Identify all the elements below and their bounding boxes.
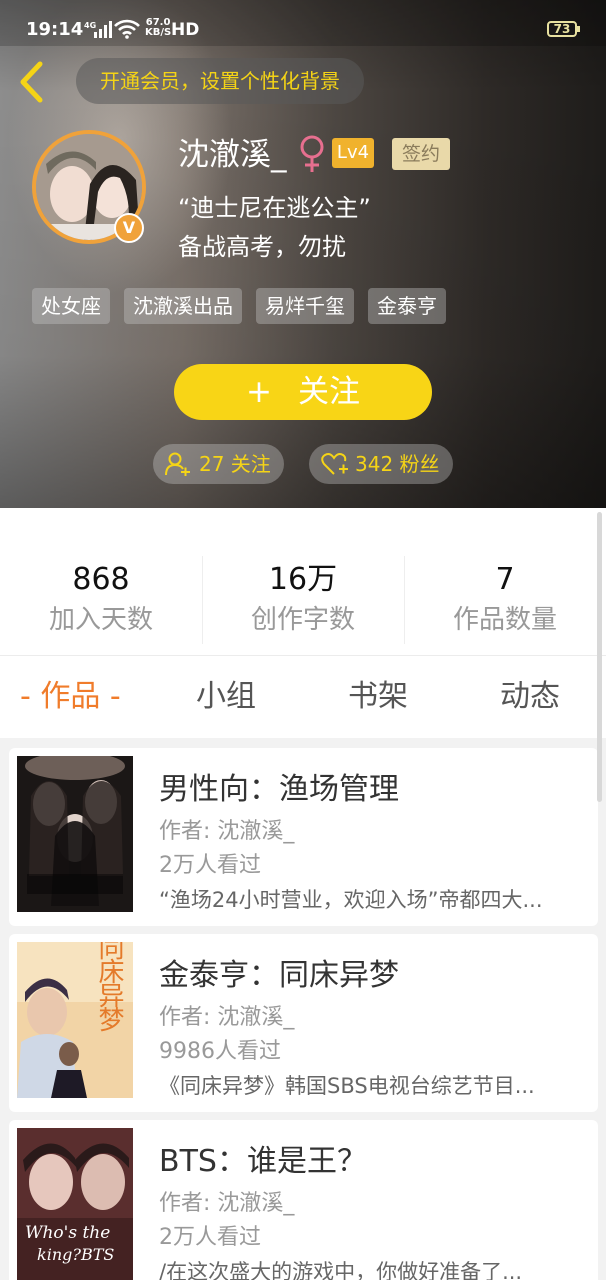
book-cover[interactable]: 同床异梦 bbox=[17, 942, 133, 1098]
profile-tabs: - 作品 - 小组 书架 动态 bbox=[0, 656, 606, 738]
stat-label: 作品数量 bbox=[452, 605, 557, 635]
fans-count: 342 粉丝 bbox=[355, 452, 440, 476]
work-title: 金泰亨：同床异梦 bbox=[159, 958, 399, 993]
cover-image bbox=[17, 756, 133, 912]
profile-motto: “迪士尼在逃公主” bbox=[178, 194, 371, 222]
back-arrow-icon[interactable] bbox=[14, 58, 50, 106]
work-title: BTS：谁是王？ bbox=[159, 1144, 367, 1179]
stat-value: 868 bbox=[72, 562, 130, 597]
cellular-signal-icon: 4G bbox=[84, 21, 112, 38]
profile-header: 19:14 4G 67.0 KB/S HD 73 开通会员，设置个性化背景 V … bbox=[0, 0, 606, 508]
stat-days-joined: 868 加入天数 bbox=[0, 560, 202, 640]
work-card[interactable]: 男性向：渔场管理 作者: 沈澈溪_ 2万人看过 “渔场24小时营业，欢迎入场”帝… bbox=[9, 748, 598, 926]
work-views: 2万人看过 bbox=[159, 1225, 261, 1250]
following-count-button[interactable]: 27 关注 bbox=[153, 444, 284, 484]
female-gender-icon bbox=[300, 135, 324, 172]
work-description: 《同床异梦》韩国SBS电视台综艺节目... bbox=[159, 1074, 535, 1098]
tag-chip[interactable]: 金泰亨 bbox=[368, 288, 446, 324]
heart-plus-icon bbox=[321, 453, 348, 475]
cover-image: Who's the king?BTS bbox=[17, 1128, 133, 1280]
signed-author-badge: 签约 bbox=[392, 138, 450, 170]
following-count: 27 关注 bbox=[199, 452, 271, 476]
tab-groups[interactable]: 小组 bbox=[196, 677, 256, 717]
fans-count-button[interactable]: 342 粉丝 bbox=[309, 444, 453, 484]
follow-button[interactable]: + 关注 bbox=[174, 364, 432, 420]
wifi-icon bbox=[114, 19, 140, 39]
cover-title-text: 同床异梦 bbox=[94, 942, 124, 1032]
network-speed: 67.0 KB/S bbox=[145, 18, 171, 38]
work-description: “渔场24小时营业，欢迎入场”帝都四大... bbox=[159, 888, 543, 912]
stat-label: 加入天数 bbox=[48, 605, 153, 635]
user-add-icon bbox=[165, 452, 190, 476]
cover-title-text: Who's the bbox=[25, 1223, 110, 1243]
vip-background-prompt[interactable]: 开通会员，设置个性化背景 bbox=[76, 58, 364, 104]
follow-label: 关注 bbox=[297, 374, 360, 410]
stat-word-count: 16万 创作字数 bbox=[202, 560, 404, 640]
work-author: 作者: 沈澈溪_ bbox=[159, 1005, 295, 1030]
profile-bio: 备战高考，勿扰 bbox=[178, 233, 346, 261]
scrollbar[interactable] bbox=[597, 512, 602, 802]
battery-icon: 73 bbox=[547, 21, 580, 37]
work-views: 2万人看过 bbox=[159, 853, 261, 878]
work-author: 作者: 沈澈溪_ bbox=[159, 819, 295, 844]
book-cover[interactable] bbox=[17, 756, 133, 912]
stat-value: 16万 bbox=[268, 562, 338, 597]
stat-works-count: 7 作品数量 bbox=[404, 560, 606, 640]
profile-tags: 处女座 沈澈溪出品 易烊千玺 金泰亨 bbox=[32, 288, 446, 324]
stat-label: 创作字数 bbox=[250, 605, 355, 635]
cover-title-text: king?BTS bbox=[37, 1245, 114, 1264]
status-time: 19:14 bbox=[26, 19, 84, 40]
speed-unit: KB/S bbox=[145, 27, 172, 38]
tab-activity[interactable]: 动态 bbox=[500, 677, 560, 717]
battery-level: 73 bbox=[553, 22, 571, 36]
tag-chip[interactable]: 沈澈溪出品 bbox=[124, 288, 242, 324]
author-stats: 868 加入天数 16万 创作字数 7 作品数量 bbox=[0, 508, 606, 656]
work-author: 作者: 沈澈溪_ bbox=[159, 1191, 295, 1216]
hd-indicator: HD bbox=[171, 20, 200, 40]
tag-chip[interactable]: 易烊千玺 bbox=[256, 288, 354, 324]
work-card[interactable]: Who's the king?BTS BTS：谁是王？ 作者: 沈澈溪_ 2万人… bbox=[9, 1120, 598, 1280]
username: 沈澈溪_ bbox=[178, 137, 287, 173]
work-title: 男性向：渔场管理 bbox=[159, 772, 399, 807]
work-description: /在这次盛大的游戏中，你做好准备了... bbox=[159, 1260, 523, 1280]
plus-icon: + bbox=[246, 374, 272, 410]
tab-works[interactable]: - 作品 - bbox=[20, 677, 121, 717]
status-bar: 19:14 4G 67.0 KB/S HD 73 bbox=[0, 0, 606, 46]
tag-chip[interactable]: 处女座 bbox=[32, 288, 110, 324]
cover-image: 同床异梦 bbox=[17, 942, 133, 1098]
level-badge: Lv4 bbox=[332, 138, 374, 168]
stat-value: 7 bbox=[495, 562, 515, 597]
works-list: 男性向：渔场管理 作者: 沈澈溪_ 2万人看过 “渔场24小时营业，欢迎入场”帝… bbox=[0, 738, 606, 1280]
network-type: 4G bbox=[84, 21, 96, 30]
verified-badge: V bbox=[114, 213, 144, 243]
work-views: 9986人看过 bbox=[159, 1039, 281, 1064]
tab-bookshelf[interactable]: 书架 bbox=[348, 677, 408, 717]
work-card[interactable]: 同床异梦 金泰亨：同床异梦 作者: 沈澈溪_ 9986人看过 《同床异梦》韩国S… bbox=[9, 934, 598, 1112]
book-cover[interactable]: Who's the king?BTS bbox=[17, 1128, 133, 1280]
